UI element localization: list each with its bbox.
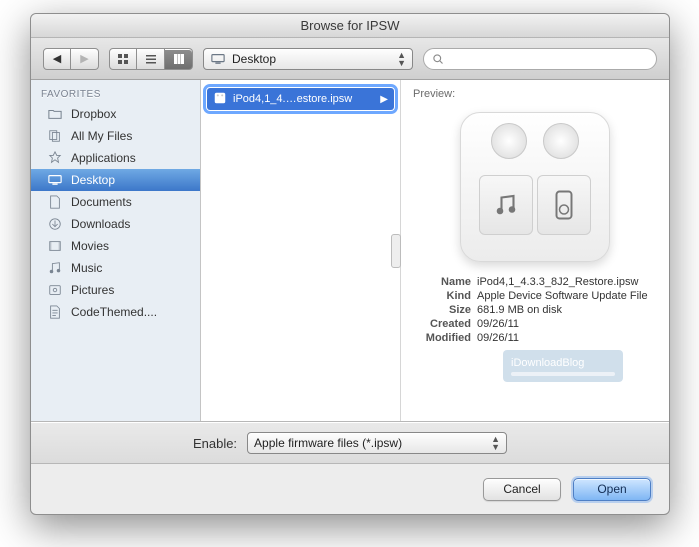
sidebar-header: FAVORITES <box>31 86 200 103</box>
meta-key-kind: Kind <box>413 290 471 302</box>
sidebar: FAVORITES Dropbox All My Files Applicati… <box>31 80 201 421</box>
movies-icon <box>47 238 63 254</box>
meta-val-size: 681.9 MB on disk <box>477 304 657 316</box>
desktop-icon <box>210 51 226 67</box>
pictures-icon <box>47 282 63 298</box>
sidebar-item-downloads[interactable]: Downloads <box>31 213 200 235</box>
ipsw-icon <box>213 91 227 108</box>
toolbar: ◀ ▶ Desktop <box>31 38 669 80</box>
icon-view-button[interactable] <box>109 48 137 70</box>
music-icon <box>47 260 63 276</box>
filter-label: Enable: <box>193 436 237 451</box>
view-buttons <box>109 48 193 70</box>
meta-val-modified: 09/26/11 <box>477 332 657 344</box>
popup-arrows-icon <box>491 435 500 451</box>
filter-row: Enable: Apple firmware files (*.ipsw) <box>31 422 669 464</box>
popup-arrows-icon <box>397 51 406 67</box>
meta-key-size: Size <box>413 304 471 316</box>
back-button[interactable]: ◀ <box>43 48 71 70</box>
meta-val-created: 09/26/11 <box>477 318 657 330</box>
sidebar-item-label: Downloads <box>71 217 130 231</box>
window-title: Browse for IPSW <box>31 14 669 38</box>
file-metadata: Name iPod4,1_4.3.3_8J2_Restore.ipsw Kind… <box>413 276 657 344</box>
folder-icon <box>47 106 63 122</box>
sidebar-item-applications[interactable]: Applications <box>31 147 200 169</box>
sidebar-item-label: CodeThemed.... <box>71 305 157 319</box>
downloads-icon <box>47 216 63 232</box>
search-input[interactable] <box>449 52 648 66</box>
file-row-selected[interactable]: iPod4,1_4.…estore.ipsw ▶ <box>207 88 394 110</box>
path-label: Desktop <box>232 52 276 66</box>
all-files-icon <box>47 128 63 144</box>
nav-buttons: ◀ ▶ <box>43 48 99 70</box>
sidebar-item-label: Pictures <box>71 283 114 297</box>
file-column: iPod4,1_4.…estore.ipsw ▶ <box>201 80 401 421</box>
preview-header: Preview: <box>413 88 657 100</box>
meta-val-kind: Apple Device Software Update File <box>477 290 657 302</box>
column-resize-handle[interactable] <box>391 234 401 268</box>
cancel-button[interactable]: Cancel <box>483 478 561 501</box>
action-buttons: Cancel Open <box>31 464 669 514</box>
search-field[interactable] <box>423 48 657 70</box>
meta-key-modified: Modified <box>413 332 471 344</box>
sidebar-item-movies[interactable]: Movies <box>31 235 200 257</box>
sidebar-item-pictures[interactable]: Pictures <box>31 279 200 301</box>
sidebar-item-label: Desktop <box>71 173 115 187</box>
path-popup[interactable]: Desktop <box>203 48 413 70</box>
sidebar-item-codethemed[interactable]: CodeThemed.... <box>31 301 200 323</box>
sidebar-item-all-my-files[interactable]: All My Files <box>31 125 200 147</box>
sidebar-item-label: Dropbox <box>71 107 116 121</box>
documents-icon <box>47 194 63 210</box>
meta-key-created: Created <box>413 318 471 330</box>
filter-popup[interactable]: Apple firmware files (*.ipsw) <box>247 432 507 454</box>
watermark: iDownloadBlog <box>503 350 623 382</box>
meta-key-name: Name <box>413 276 471 288</box>
search-icon <box>432 53 444 65</box>
sidebar-item-documents[interactable]: Documents <box>31 191 200 213</box>
sidebar-item-label: Movies <box>71 239 109 253</box>
forward-button[interactable]: ▶ <box>71 48 99 70</box>
sidebar-item-label: Documents <box>71 195 132 209</box>
sidebar-item-dropbox[interactable]: Dropbox <box>31 103 200 125</box>
sidebar-item-label: All My Files <box>71 129 132 143</box>
open-dialog: Browse for IPSW ◀ ▶ Desktop <box>30 13 670 515</box>
column-view-button[interactable] <box>165 48 193 70</box>
file-name: iPod4,1_4.…estore.ipsw <box>233 93 352 105</box>
sidebar-item-music[interactable]: Music <box>31 257 200 279</box>
meta-val-name: iPod4,1_4.3.3_8J2_Restore.ipsw <box>477 276 657 288</box>
desktop-icon <box>47 172 63 188</box>
applications-icon <box>47 150 63 166</box>
filter-value: Apple firmware files (*.ipsw) <box>254 436 402 450</box>
sidebar-item-label: Applications <box>71 151 136 165</box>
watermark-text: iDownloadBlog <box>511 357 615 369</box>
sidebar-item-label: Music <box>71 261 102 275</box>
list-view-button[interactable] <box>137 48 165 70</box>
chevron-right-icon: ▶ <box>380 94 388 105</box>
ipsw-preview-icon <box>460 112 610 262</box>
sidebar-item-desktop[interactable]: Desktop <box>31 169 200 191</box>
open-button[interactable]: Open <box>573 478 651 501</box>
file-icon <box>47 304 63 320</box>
